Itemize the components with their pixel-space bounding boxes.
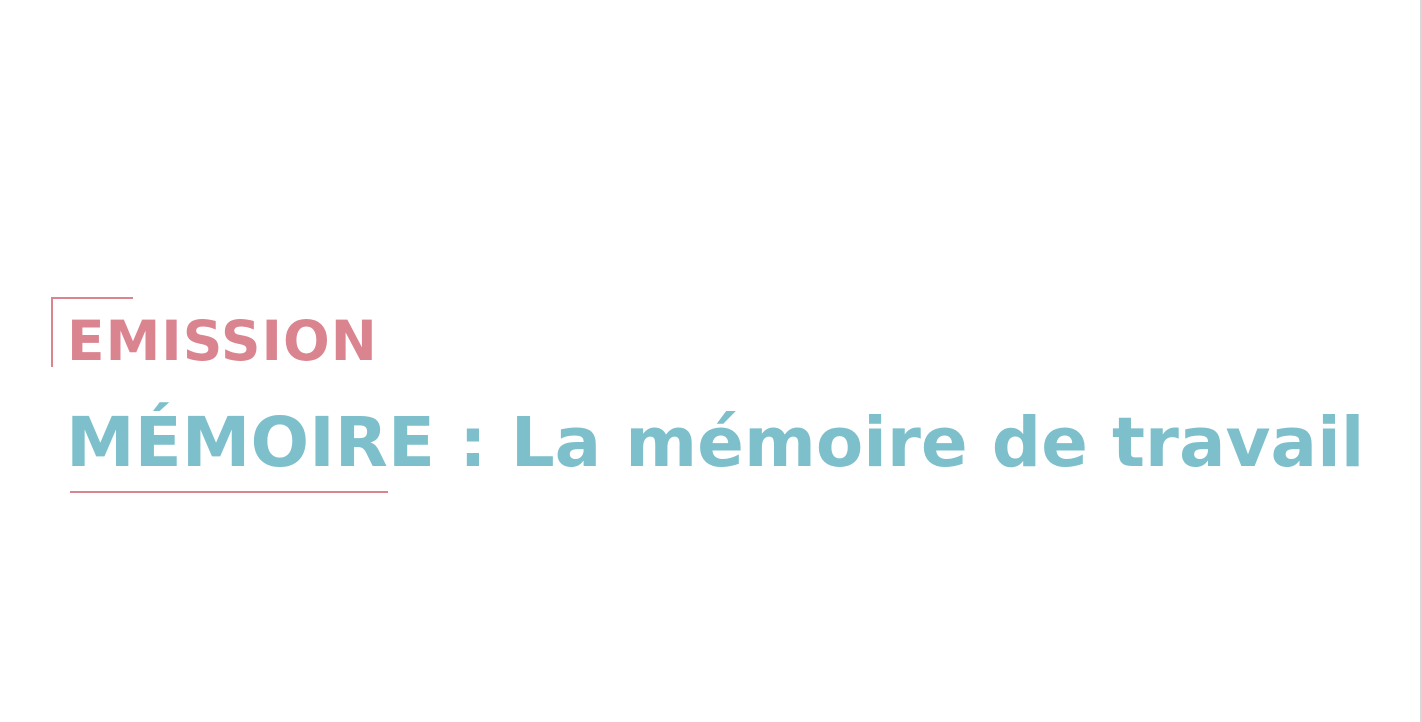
program-label: EMISSION bbox=[67, 309, 378, 373]
title-underline bbox=[70, 491, 388, 493]
episode-title: MÉMOIRE : La mémoire de travail bbox=[66, 403, 1365, 483]
corner-bracket-left bbox=[51, 297, 53, 367]
corner-bracket-top bbox=[51, 297, 133, 299]
title-card: EMISSION MÉMOIRE : La mémoire de travail bbox=[0, 0, 1422, 722]
